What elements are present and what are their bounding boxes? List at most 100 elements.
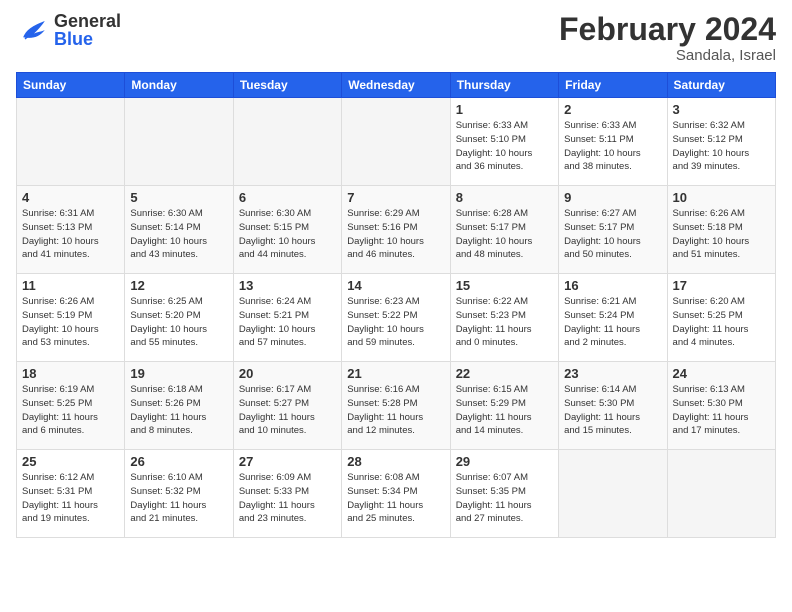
day-info: Sunrise: 6:31 AM Sunset: 5:13 PM Dayligh… <box>22 207 119 262</box>
table-row: 19 Sunrise: 6:18 AM Sunset: 5:26 PM Dayli… <box>125 362 233 450</box>
day-number: 2 <box>564 102 661 117</box>
table-row: 2 Sunrise: 6:33 AM Sunset: 5:11 PM Daylig… <box>559 98 667 186</box>
table-row: 25Sunrise: 6:12 AM Sunset: 5:31 PM Dayli… <box>17 450 125 538</box>
table-row: 3Sunrise: 6:32 AM Sunset: 5:12 PM Daylig… <box>667 98 775 186</box>
day-info: Sunrise: 6:21 AM Sunset: 5:24 PM Dayligh… <box>564 295 661 350</box>
day-number: 12 <box>130 278 227 293</box>
table-row: 10 Sunrise: 6:26 AM Sunset: 5:18 PM Dayli… <box>667 186 775 274</box>
table-row <box>125 98 233 186</box>
day-number: 6 <box>239 190 336 205</box>
header: General Blue February 2024 Sandala, Isra… <box>16 12 776 64</box>
table-row: 28 Sunrise: 6:08 AM Sunset: 5:34 PM Dayli… <box>342 450 450 538</box>
day-info: Sunrise: 6:07 AM Sunset: 5:35 PM Dayligh… <box>456 471 553 526</box>
title-block: February 2024 Sandala, Israel <box>559 12 776 64</box>
table-row: 27 Sunrise: 6:09 AM Sunset: 5:33 PM Dayli… <box>233 450 341 538</box>
day-number: 19 <box>130 366 227 381</box>
day-number: 16 <box>564 278 661 293</box>
day-info: Sunrise: 6:12 AM Sunset: 5:31 PM Dayligh… <box>22 471 119 526</box>
week-row-2: 4 Sunrise: 6:31 AM Sunset: 5:13 PM Daylig… <box>17 186 776 274</box>
month-year-title: February 2024 <box>559 12 776 47</box>
day-number: 5 <box>130 190 227 205</box>
col-thursday: Thursday <box>450 73 558 98</box>
day-number: 18 <box>22 366 119 381</box>
day-info: Sunrise: 6:13 AM Sunset: 5:30 PM Dayligh… <box>673 383 770 438</box>
table-row: 4 Sunrise: 6:31 AM Sunset: 5:13 PM Daylig… <box>17 186 125 274</box>
table-row: 8 Sunrise: 6:28 AM Sunset: 5:17 PM Daylig… <box>450 186 558 274</box>
day-info: Sunrise: 6:32 AM Sunset: 5:12 PM Dayligh… <box>673 119 770 174</box>
day-info: Sunrise: 6:18 AM Sunset: 5:26 PM Dayligh… <box>130 383 227 438</box>
day-info: Sunrise: 6:17 AM Sunset: 5:27 PM Dayligh… <box>239 383 336 438</box>
table-row: 15 Sunrise: 6:22 AM Sunset: 5:23 PM Dayli… <box>450 274 558 362</box>
col-tuesday: Tuesday <box>233 73 341 98</box>
day-info: Sunrise: 6:28 AM Sunset: 5:17 PM Dayligh… <box>456 207 553 262</box>
week-row-4: 18 Sunrise: 6:19 AM Sunset: 5:25 PM Dayli… <box>17 362 776 450</box>
day-info: Sunrise: 6:09 AM Sunset: 5:33 PM Dayligh… <box>239 471 336 526</box>
logo-text: General Blue <box>54 12 121 48</box>
table-row: 17Sunrise: 6:20 AM Sunset: 5:25 PM Dayli… <box>667 274 775 362</box>
day-number: 1 <box>456 102 553 117</box>
day-number: 7 <box>347 190 444 205</box>
table-row: 5 Sunrise: 6:30 AM Sunset: 5:14 PM Daylig… <box>125 186 233 274</box>
day-info: Sunrise: 6:20 AM Sunset: 5:25 PM Dayligh… <box>673 295 770 350</box>
day-info: Sunrise: 6:23 AM Sunset: 5:22 PM Dayligh… <box>347 295 444 350</box>
day-number: 24 <box>673 366 770 381</box>
day-info: Sunrise: 6:08 AM Sunset: 5:34 PM Dayligh… <box>347 471 444 526</box>
day-number: 20 <box>239 366 336 381</box>
day-info: Sunrise: 6:26 AM Sunset: 5:18 PM Dayligh… <box>673 207 770 262</box>
day-number: 11 <box>22 278 119 293</box>
table-row: 12 Sunrise: 6:25 AM Sunset: 5:20 PM Dayli… <box>125 274 233 362</box>
table-row: 6 Sunrise: 6:30 AM Sunset: 5:15 PM Daylig… <box>233 186 341 274</box>
day-number: 21 <box>347 366 444 381</box>
table-row: 24 Sunrise: 6:13 AM Sunset: 5:30 PM Dayli… <box>667 362 775 450</box>
calendar-header-row: Sunday Monday Tuesday Wednesday Thursday… <box>17 73 776 98</box>
day-info: Sunrise: 6:25 AM Sunset: 5:20 PM Dayligh… <box>130 295 227 350</box>
table-row: 29Sunrise: 6:07 AM Sunset: 5:35 PM Dayli… <box>450 450 558 538</box>
location-subtitle: Sandala, Israel <box>559 47 776 64</box>
day-number: 23 <box>564 366 661 381</box>
day-number: 10 <box>673 190 770 205</box>
logo: General Blue <box>16 12 121 48</box>
table-row: 16 Sunrise: 6:21 AM Sunset: 5:24 PM Dayli… <box>559 274 667 362</box>
day-info: Sunrise: 6:33 AM Sunset: 5:10 PM Dayligh… <box>456 119 553 174</box>
day-info: Sunrise: 6:10 AM Sunset: 5:32 PM Dayligh… <box>130 471 227 526</box>
table-row: 1 Sunrise: 6:33 AM Sunset: 5:10 PM Daylig… <box>450 98 558 186</box>
table-row: 22Sunrise: 6:15 AM Sunset: 5:29 PM Dayli… <box>450 362 558 450</box>
table-row: 14 Sunrise: 6:23 AM Sunset: 5:22 PM Dayli… <box>342 274 450 362</box>
day-info: Sunrise: 6:19 AM Sunset: 5:25 PM Dayligh… <box>22 383 119 438</box>
day-info: Sunrise: 6:30 AM Sunset: 5:15 PM Dayligh… <box>239 207 336 262</box>
table-row: 21 Sunrise: 6:16 AM Sunset: 5:28 PM Dayli… <box>342 362 450 450</box>
day-number: 13 <box>239 278 336 293</box>
day-info: Sunrise: 6:27 AM Sunset: 5:17 PM Dayligh… <box>564 207 661 262</box>
day-info: Sunrise: 6:26 AM Sunset: 5:19 PM Dayligh… <box>22 295 119 350</box>
table-row <box>17 98 125 186</box>
table-row: 7Sunrise: 6:29 AM Sunset: 5:16 PM Daylig… <box>342 186 450 274</box>
day-info: Sunrise: 6:30 AM Sunset: 5:14 PM Dayligh… <box>130 207 227 262</box>
table-row: 20 Sunrise: 6:17 AM Sunset: 5:27 PM Dayli… <box>233 362 341 450</box>
day-number: 4 <box>22 190 119 205</box>
table-row: 13 Sunrise: 6:24 AM Sunset: 5:21 PM Dayli… <box>233 274 341 362</box>
col-wednesday: Wednesday <box>342 73 450 98</box>
page-container: General Blue February 2024 Sandala, Isra… <box>0 0 792 546</box>
day-info: Sunrise: 6:14 AM Sunset: 5:30 PM Dayligh… <box>564 383 661 438</box>
day-number: 27 <box>239 454 336 469</box>
table-row: 18 Sunrise: 6:19 AM Sunset: 5:25 PM Dayli… <box>17 362 125 450</box>
table-row <box>342 98 450 186</box>
day-info: Sunrise: 6:22 AM Sunset: 5:23 PM Dayligh… <box>456 295 553 350</box>
logo-blue: Blue <box>54 30 121 48</box>
week-row-1: 1 Sunrise: 6:33 AM Sunset: 5:10 PM Daylig… <box>17 98 776 186</box>
table-row: 11 Sunrise: 6:26 AM Sunset: 5:19 PM Dayli… <box>17 274 125 362</box>
table-row: 9Sunrise: 6:27 AM Sunset: 5:17 PM Daylig… <box>559 186 667 274</box>
day-number: 28 <box>347 454 444 469</box>
col-sunday: Sunday <box>17 73 125 98</box>
day-info: Sunrise: 6:33 AM Sunset: 5:11 PM Dayligh… <box>564 119 661 174</box>
day-info: Sunrise: 6:24 AM Sunset: 5:21 PM Dayligh… <box>239 295 336 350</box>
day-number: 15 <box>456 278 553 293</box>
table-row: 26Sunrise: 6:10 AM Sunset: 5:32 PM Dayli… <box>125 450 233 538</box>
day-info: Sunrise: 6:16 AM Sunset: 5:28 PM Dayligh… <box>347 383 444 438</box>
table-row <box>559 450 667 538</box>
table-row <box>233 98 341 186</box>
day-number: 22 <box>456 366 553 381</box>
day-number: 14 <box>347 278 444 293</box>
col-saturday: Saturday <box>667 73 775 98</box>
day-number: 8 <box>456 190 553 205</box>
